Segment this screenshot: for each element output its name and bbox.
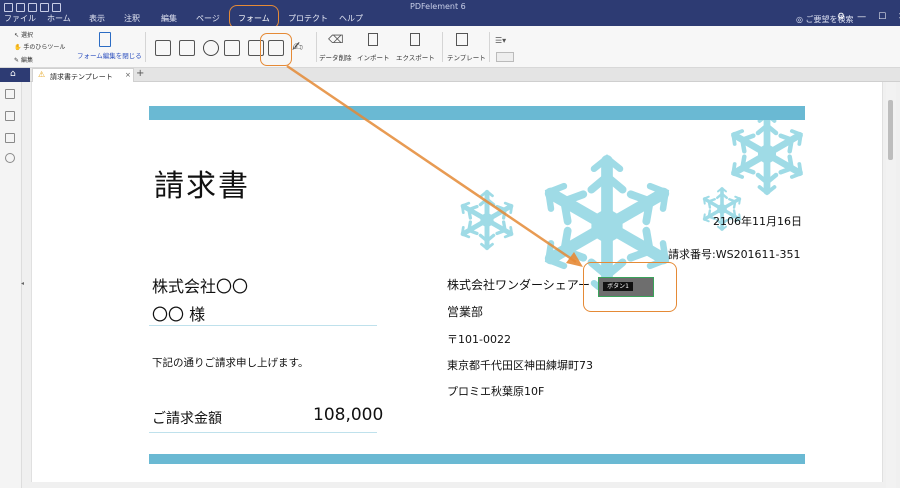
- annotation-arrow: [286, 64, 583, 267]
